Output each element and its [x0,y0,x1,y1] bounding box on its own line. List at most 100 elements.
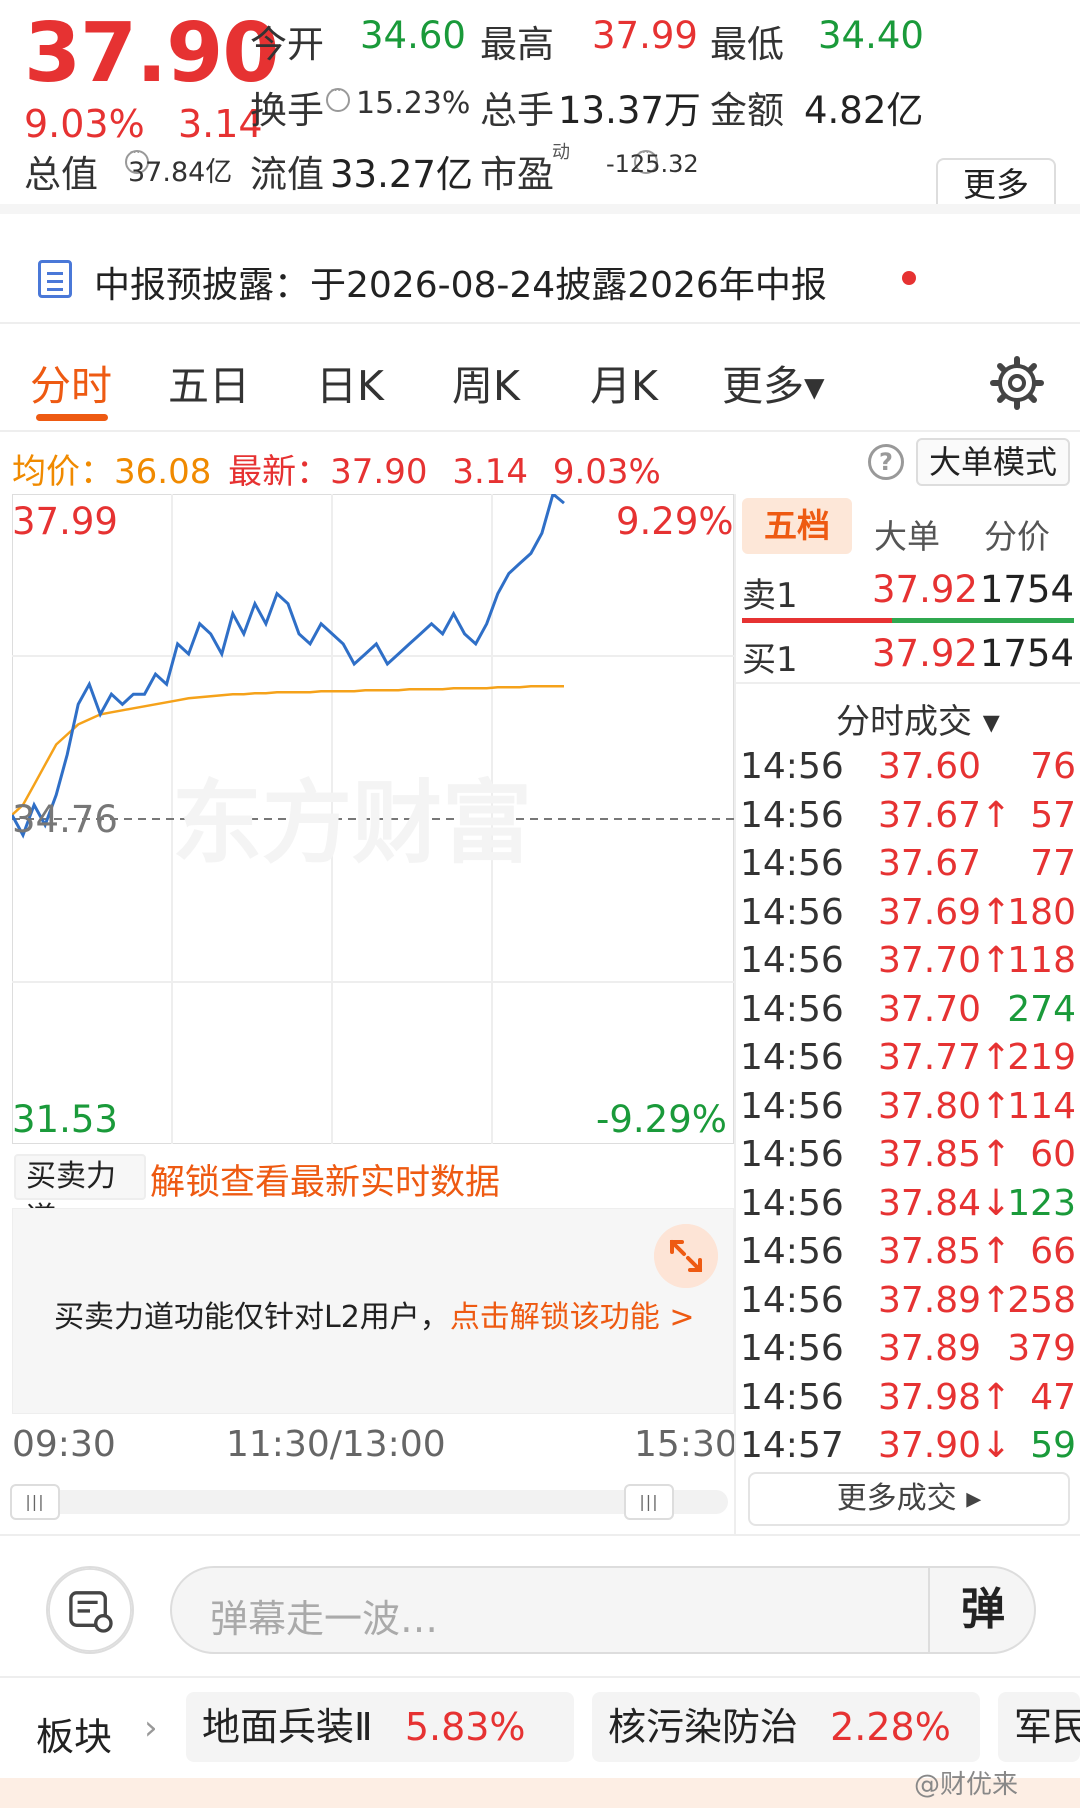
trade-price: 37.84↓ [878,1182,1012,1224]
trade-time: 14:56 [740,1376,844,1418]
change-percent: 9.03% [24,102,145,146]
turnover-label: 换手 [250,89,324,132]
volume-value: 13.37万 [558,89,701,132]
high-value: 37.99 [592,14,698,57]
trade-time: 14:56 [740,1085,844,1127]
trade-price: 37.60 [878,746,982,787]
big-order-mode-button[interactable]: 大单模式 [916,438,1070,486]
open-label: 今开 [250,23,324,66]
low-label: 最低 [710,23,784,66]
y-axis-mid-label: 34.76 [12,798,118,841]
danmaku-settings-icon[interactable] [46,1566,134,1654]
trade-price: 37.70 [878,988,982,1030]
trade-row: 14:56 37.77↑ 219 [740,1037,1076,1085]
trade-row: 14:56 37.67↑ 57 [740,795,1076,843]
time-range-slider[interactable] [12,1490,728,1514]
divider [0,1676,1080,1678]
interim-report-notice[interactable]: 中报预披露：于2026-08-24披露2026年中报 [94,256,827,308]
time-mid-label: 11:30/13:00 [226,1424,446,1465]
source-watermark: @财优来 [914,1770,1019,1800]
active-tab-indicator [36,414,108,421]
sector-chip-military[interactable]: 军民 [998,1692,1080,1762]
tab-order-book[interactable]: 五档 [742,498,852,554]
help-icon[interactable]: ? [868,444,904,480]
divider [736,682,1080,684]
trade-volume: 47 [1030,1376,1076,1418]
pct-axis-min-label: -9.29% [596,1098,727,1141]
volume-label: 总手 [480,89,554,132]
divider [0,430,1080,432]
trade-volume: 66 [1030,1231,1076,1272]
pe-dynamic-mark: 动 [552,142,570,163]
pct-axis-max-label: 9.29% [616,500,734,543]
slider-left-handle[interactable]: ||| [10,1484,60,1520]
mktcap-value: 37.84亿 [128,157,233,188]
bid-row: 买1 37.92 1754 [742,632,1074,680]
tab-intraday[interactable]: 分时 [30,352,112,412]
avg-price-label: 均价： [12,452,114,492]
tab-five-day[interactable]: 五日 [168,352,250,412]
trade-time: 14:56 [740,940,844,981]
sector-pct: 2.28% [830,1705,951,1749]
indicator-select[interactable]: 买卖力道 ▾ [14,1154,146,1236]
trade-price: 37.89 [878,1328,982,1369]
trade-price: 37.85↑ [878,1231,1012,1272]
trade-volume: 76 [1030,746,1076,787]
divider [0,1534,1080,1536]
trade-row: 14:56 37.67 77 [740,843,1076,891]
trade-row: 14:56 37.84↓ 123 [740,1183,1076,1231]
tab-daily-k[interactable]: 日K [316,352,384,412]
trade-row: 14:56 37.89 379 [740,1328,1076,1376]
ask-volume: 1754 [979,568,1074,611]
tab-more[interactable]: 更多▾ [722,352,825,412]
trade-volume: 219 [1007,1037,1076,1078]
turnover-value: 15.23% [356,86,471,121]
danmaku-placeholder: 弹幕走一波… [210,1597,439,1641]
expand-icon[interactable] [654,1224,718,1288]
trade-time: 14:56 [740,1328,844,1369]
trades-header[interactable]: 分时成交 ▾ [836,694,1000,743]
chevron-right-icon[interactable]: › [144,1708,158,1748]
intraday-chart[interactable]: 东方财富 [12,494,734,1144]
sector-name: 军民 [1014,1705,1080,1749]
panel-divider [734,494,736,1534]
trade-time: 14:56 [740,746,844,787]
ask-price: 37.92 [872,568,978,611]
trade-volume: 57 [1030,794,1076,836]
info-icon[interactable] [326,83,350,112]
tab-weekly-k[interactable]: 周K [452,352,520,412]
slider-right-handle[interactable]: ||| [624,1484,674,1520]
tab-price-distribution[interactable]: 分价 [984,510,1050,558]
unlock-realtime-link[interactable]: 解锁查看最新实时数据 [150,1154,500,1205]
sector-chip-ground-weapons[interactable]: 地面兵装Ⅱ 5.83% [186,1692,574,1762]
float-value: 33.27亿 [330,153,473,196]
tab-monthly-k[interactable]: 月K [590,352,658,412]
trade-row: 14:56 37.60 76 [740,746,1076,794]
trade-volume: 77 [1030,843,1076,884]
sector-label[interactable]: 板块 [36,1706,112,1761]
trade-price: 37.67 [878,843,982,884]
trade-time: 14:56 [740,1134,844,1175]
bid-label: 买1 [742,640,798,680]
trade-price: 37.67↑ [878,794,1012,836]
trade-price: 37.89↑ [878,1279,1012,1321]
trade-volume: 59 [1030,1425,1076,1466]
latest-price-label: 最新： [228,452,331,492]
tab-big-orders[interactable]: 大单 [874,510,940,558]
trade-time: 14:56 [740,1182,844,1224]
sector-chip-nuclear-pollution[interactable]: 核污染防治 2.28% [592,1692,980,1762]
more-trades-button[interactable]: 更多成交 ▸ [748,1472,1070,1526]
trade-volume: 274 [1007,988,1076,1030]
unlock-feature-link[interactable]: 点击解锁该功能 > [450,1300,695,1335]
gear-icon[interactable] [990,356,1044,410]
avg-price-bar: 均价：36.08 最新：37.90 3.14 9.03% [12,444,661,493]
trade-price: 37.77↑ [878,1037,1012,1078]
danmaku-send-button[interactable]: 弹 [928,1566,1036,1654]
trade-price: 37.85↑ [878,1134,1012,1175]
divider [0,322,1080,324]
ask-label: 卖1 [742,576,798,616]
time-start-label: 09:30 [12,1424,116,1465]
latest-price-value: 37.90 [330,452,428,492]
float-label: 流值 [250,153,324,196]
open-value: 34.60 [360,14,466,57]
